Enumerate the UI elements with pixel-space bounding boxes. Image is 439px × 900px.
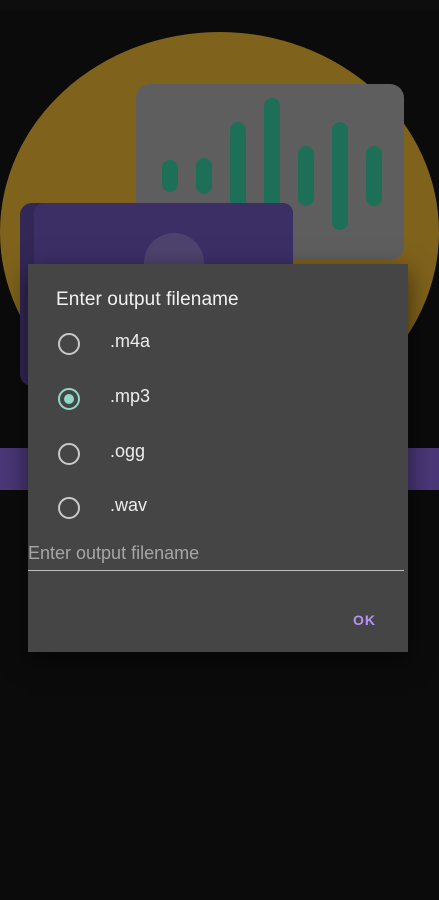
waveform-bar: [162, 160, 178, 192]
radio-label: .wav: [110, 495, 148, 515]
app-screen: Enter output filename .m4a .mp3 .ogg .wa…: [0, 0, 439, 900]
radio-button[interactable]: [58, 333, 80, 355]
radio-option-ogg[interactable]: .ogg: [28, 428, 408, 476]
dialog-title: Enter output filename: [56, 289, 239, 310]
radio-option-mp3[interactable]: .mp3: [28, 373, 408, 421]
radio-option-wav[interactable]: .wav: [28, 482, 408, 530]
radio-button[interactable]: [58, 497, 80, 519]
radio-option-m4a[interactable]: .m4a: [28, 318, 408, 366]
radio-label: .m4a: [110, 331, 151, 351]
waveform-bar: [196, 158, 212, 194]
output-filename-dialog: Enter output filename .m4a .mp3 .ogg .wa…: [28, 264, 408, 652]
radio-button[interactable]: [58, 443, 80, 465]
status-bar: [0, 0, 439, 10]
radio-button-checked[interactable]: [58, 388, 80, 410]
filename-input[interactable]: [28, 536, 404, 571]
ok-button[interactable]: OK: [349, 606, 380, 634]
radio-label: .ogg: [110, 441, 146, 461]
waveform-bar: [366, 146, 382, 206]
waveform-bar: [332, 122, 348, 230]
radio-label: .mp3: [110, 386, 151, 406]
waveform-bar: [298, 146, 314, 206]
